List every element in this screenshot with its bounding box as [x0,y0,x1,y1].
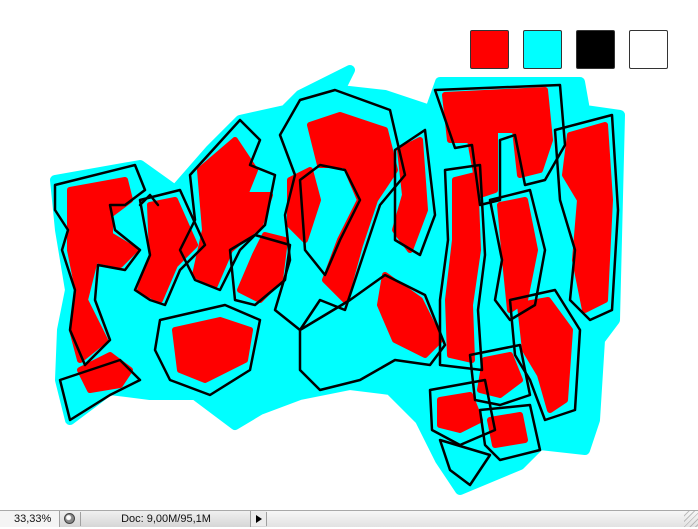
document-size-info[interactable]: Doc: 9,00M/95,1M [82,511,251,527]
status-menu-button[interactable] [251,512,267,526]
soft-proof-button[interactable] [62,512,81,526]
resize-grip[interactable] [684,511,698,527]
graffiti-artwork [50,65,625,495]
soft-proof-icon [64,513,75,524]
document-canvas[interactable] [0,0,698,510]
horizontal-scrollbar[interactable] [267,511,698,527]
status-bar: 33,33% Doc: 9,00M/95,1M [0,510,698,527]
zoom-level-field[interactable]: 33,33% [0,511,60,527]
triangle-right-icon [256,515,262,523]
